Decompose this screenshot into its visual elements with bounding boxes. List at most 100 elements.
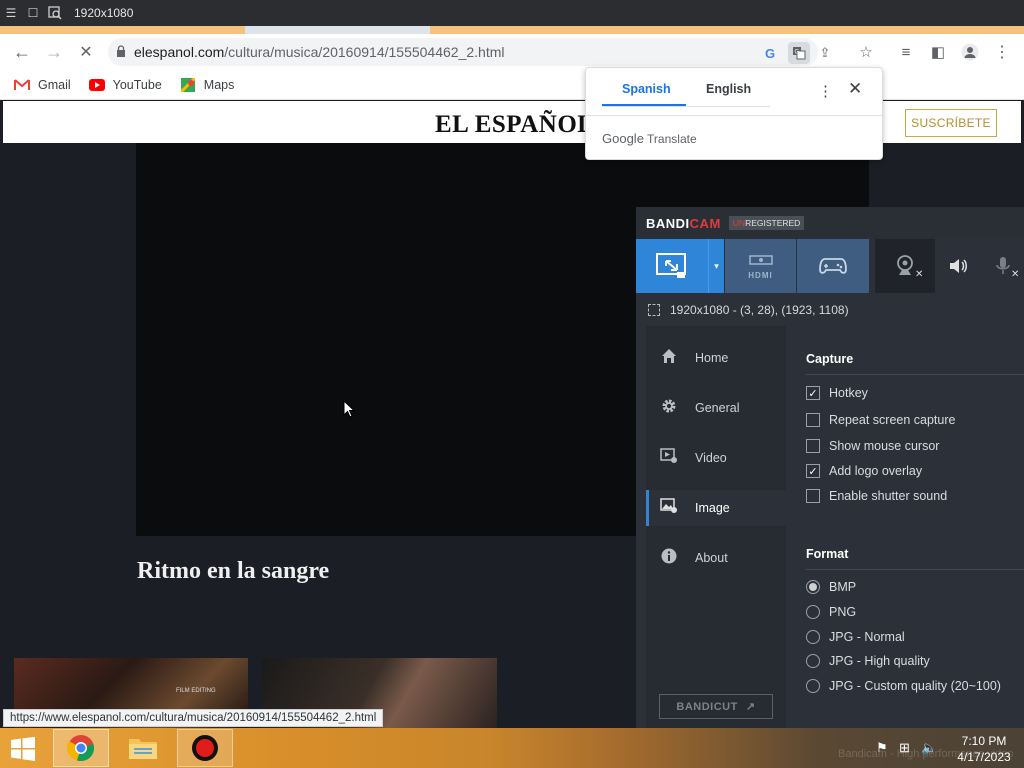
article-title[interactable]: Ritmo en la sangre bbox=[137, 558, 329, 585]
format-jpg-custom[interactable]: JPG - Custom quality (20~100) bbox=[806, 679, 1001, 693]
back-icon[interactable]: ← bbox=[6, 36, 38, 68]
unregistered-badge[interactable]: UNREGISTERED bbox=[728, 216, 805, 230]
taskbar-chrome[interactable] bbox=[53, 729, 109, 767]
tab-english[interactable]: English bbox=[706, 82, 751, 96]
svg-text:G: G bbox=[795, 50, 800, 56]
lock-icon bbox=[108, 44, 134, 60]
format-jpg-high[interactable]: JPG - High quality bbox=[806, 654, 930, 668]
bookmark-youtube[interactable]: YouTube bbox=[88, 78, 162, 92]
hdmi-icon: HDMI bbox=[748, 253, 774, 280]
option-repeat-capture[interactable]: Repeat screen capture bbox=[806, 413, 955, 427]
nav-home[interactable]: Home bbox=[646, 340, 786, 376]
hdmi-mode-button[interactable]: HDMI bbox=[725, 239, 796, 293]
profile-icon[interactable] bbox=[958, 40, 982, 64]
option-logo-overlay[interactable]: ✓ Add logo overlay bbox=[806, 464, 922, 478]
screen-mode-button[interactable] bbox=[636, 239, 708, 293]
window-icon[interactable]: ☐ bbox=[22, 0, 44, 26]
format-heading: Format bbox=[806, 547, 849, 561]
bookmark-gmail[interactable]: Gmail bbox=[14, 78, 71, 92]
nav-image[interactable]: Image bbox=[646, 490, 786, 526]
active-tab-indicator bbox=[602, 104, 686, 106]
gear-icon bbox=[658, 397, 680, 420]
speaker-toggle[interactable] bbox=[941, 239, 975, 293]
address-bar[interactable]: elespanol.com/cultura/musica/20160914/15… bbox=[108, 38, 830, 66]
checkbox[interactable] bbox=[806, 439, 820, 453]
taskbar: Bandicam - High performance video ⚑ ⊞ 🔈 … bbox=[0, 728, 1024, 768]
youtube-icon bbox=[88, 78, 105, 92]
option-hotkey[interactable]: ✓ Hotkey bbox=[806, 386, 868, 400]
windows-logo-icon bbox=[11, 737, 35, 761]
record-icon bbox=[192, 735, 218, 761]
gmail-icon bbox=[14, 78, 30, 92]
side-panel-icon[interactable]: ◧ bbox=[926, 40, 950, 64]
start-button[interactable] bbox=[6, 735, 40, 763]
disabled-x-icon: ✕ bbox=[1011, 269, 1020, 280]
radio[interactable] bbox=[806, 654, 820, 668]
share-icon[interactable]: ⇪ bbox=[814, 42, 836, 64]
option-show-cursor[interactable]: Show mouse cursor bbox=[806, 439, 939, 453]
capture-area-info: 1920x1080 - (3, 28), (1923, 1108) bbox=[636, 293, 1024, 326]
game-mode-button[interactable] bbox=[797, 239, 869, 293]
gamepad-icon bbox=[819, 258, 847, 274]
format-png[interactable]: PNG bbox=[806, 605, 856, 619]
format-bmp[interactable]: BMP bbox=[806, 580, 856, 594]
radio-selected[interactable] bbox=[806, 580, 820, 594]
link-status-bar: https://www.elespanol.com/cultura/musica… bbox=[3, 709, 384, 727]
checkbox[interactable] bbox=[806, 489, 820, 503]
close-icon[interactable]: ✕ bbox=[848, 79, 862, 99]
bandicam-sidebar: Home General Video Image About BANDICUT … bbox=[646, 326, 786, 740]
stop-loading-icon[interactable]: ✕ bbox=[70, 36, 102, 68]
chevron-down-icon[interactable]: ▾ bbox=[708, 239, 724, 293]
radio[interactable] bbox=[806, 605, 820, 619]
site-logo[interactable]: EL ESPAÑOL bbox=[435, 111, 594, 139]
resolution-label: 1920x1080 bbox=[74, 6, 134, 20]
network-icon[interactable]: ⊞ bbox=[899, 740, 910, 756]
image-settings-icon bbox=[658, 497, 680, 519]
bookmark-maps[interactable]: Maps bbox=[180, 77, 234, 92]
capture-mode-bar: ▾ HDMI ✕ ✕ bbox=[636, 239, 1024, 293]
checkbox-checked[interactable]: ✓ bbox=[806, 464, 820, 478]
flag-icon[interactable]: ⚑ bbox=[876, 740, 888, 756]
video-icon bbox=[658, 447, 680, 469]
capture-toolbar: ☰ ☐ 1920x1080 bbox=[0, 0, 1024, 26]
bandicut-button[interactable]: BANDICUT ↗ bbox=[659, 694, 773, 719]
chrome-icon bbox=[67, 735, 94, 762]
tab-spanish[interactable]: Spanish bbox=[622, 82, 671, 96]
option-shutter-sound[interactable]: Enable shutter sound bbox=[806, 489, 947, 503]
forward-icon[interactable]: → bbox=[38, 36, 70, 68]
system-clock[interactable]: 7:10 PM 4/17/2023 bbox=[948, 733, 1020, 765]
webcam-toggle[interactable]: ✕ bbox=[875, 239, 935, 293]
webcam-icon bbox=[897, 255, 913, 275]
translate-icon[interactable]: G bbox=[788, 42, 810, 64]
nav-video[interactable]: Video bbox=[646, 440, 786, 476]
microphone-icon bbox=[995, 257, 1010, 274]
url-path: /cultura/musica/20160914/155504462_2.htm… bbox=[224, 44, 505, 60]
bandicam-titlebar[interactable]: BANDICAM UNREGISTERED bbox=[636, 207, 1024, 239]
format-jpg-normal[interactable]: JPG - Normal bbox=[806, 630, 905, 644]
checkbox-checked[interactable]: ✓ bbox=[806, 386, 820, 400]
subscribe-button[interactable]: SUSCRÍBETE bbox=[905, 109, 997, 137]
tab-strip bbox=[0, 26, 1024, 34]
radio[interactable] bbox=[806, 630, 820, 644]
checkbox[interactable] bbox=[806, 413, 820, 427]
info-icon bbox=[658, 548, 680, 569]
google-icon[interactable]: G bbox=[759, 42, 781, 64]
folder-icon bbox=[129, 739, 157, 759]
mouse-cursor-icon bbox=[343, 399, 356, 423]
chrome-menu-icon[interactable]: ⋮ bbox=[990, 40, 1014, 64]
media-control-icon[interactable]: ≡ bbox=[894, 40, 918, 64]
volume-muted-icon[interactable]: 🔈 bbox=[921, 740, 937, 756]
taskbar-file-explorer[interactable] bbox=[115, 729, 171, 767]
browser-toolbar: ← → ✕ elespanol.com/cultura/musica/20160… bbox=[0, 34, 1024, 70]
radio[interactable] bbox=[806, 679, 820, 693]
taskbar-bandicam[interactable] bbox=[177, 729, 233, 767]
microphone-toggle[interactable]: ✕ bbox=[981, 239, 1024, 293]
nav-general[interactable]: General bbox=[646, 390, 786, 426]
bookmark-star-icon[interactable]: ☆ bbox=[854, 40, 878, 64]
bandicam-logo: BANDICAM bbox=[646, 215, 721, 231]
more-options-icon[interactable]: ⋮ bbox=[818, 82, 833, 100]
menu-icon[interactable]: ☰ bbox=[0, 0, 22, 26]
search-area-icon[interactable] bbox=[44, 0, 66, 26]
disabled-x-icon: ✕ bbox=[915, 269, 924, 280]
nav-about[interactable]: About bbox=[646, 540, 786, 576]
